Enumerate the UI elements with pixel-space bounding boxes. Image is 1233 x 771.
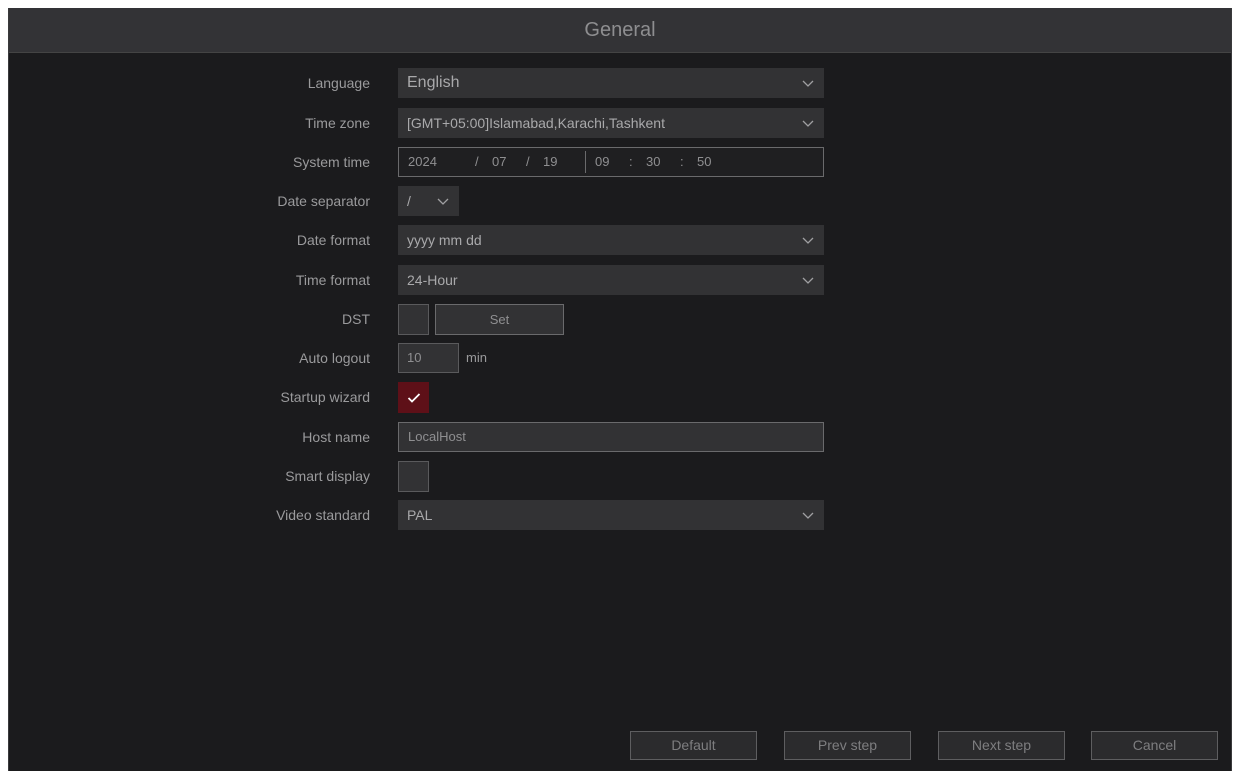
time-colon-2: : [680, 154, 684, 169]
date-format-label: Date format [296, 232, 370, 248]
time-zone-select[interactable]: [GMT+05:00]Islamabad,Karachi,Tashkent [398, 108, 824, 138]
chevron-down-icon [802, 509, 814, 521]
date-separator-select[interactable]: / [398, 186, 459, 216]
default-button[interactable]: Default [630, 731, 757, 760]
date-separator-1: / [475, 154, 479, 169]
next-step-button[interactable]: Next step [938, 731, 1065, 760]
row-auto-logout: Auto logout 10 min [9, 343, 1231, 373]
window-title: General [9, 8, 1231, 53]
date-format-value: yyyy mm dd [407, 232, 482, 248]
row-host-name: Host name LocalHost [9, 422, 1231, 452]
day-field[interactable]: 19 [543, 148, 557, 176]
month-field[interactable]: 07 [492, 148, 506, 176]
chevron-down-icon [802, 274, 814, 286]
time-format-label: Time format [295, 272, 370, 288]
row-language: Language English [9, 68, 1231, 98]
year-field[interactable]: 2024 [408, 148, 437, 176]
dst-checkbox[interactable] [398, 304, 429, 335]
system-time-label: System time [292, 154, 370, 170]
chevron-down-icon [802, 117, 814, 129]
second-field[interactable]: 50 [697, 148, 711, 176]
startup-wizard-label: Startup wizard [280, 389, 370, 405]
date-separator-value: / [407, 193, 411, 209]
startup-wizard-checkbox[interactable] [398, 382, 429, 413]
row-date-format: Date format yyyy mm dd [9, 225, 1231, 255]
chevron-down-icon [802, 77, 814, 89]
chevron-down-icon [437, 195, 449, 207]
smart-display-checkbox[interactable] [398, 461, 429, 492]
language-select[interactable]: English [398, 68, 824, 98]
host-name-input[interactable]: LocalHost [398, 422, 824, 452]
auto-logout-label: Auto logout [299, 350, 370, 366]
time-colon-1: : [629, 154, 633, 169]
language-label: Language [307, 75, 370, 91]
general-settings-window: General Language English Time zone [GMT+… [8, 8, 1232, 771]
row-system-time: System time 2024 / 07 / 19 09 : 30 : 50 [9, 147, 1231, 177]
host-name-label: Host name [302, 429, 370, 445]
video-standard-select[interactable]: PAL [398, 500, 824, 530]
date-format-select[interactable]: yyyy mm dd [398, 225, 824, 255]
time-zone-value: [GMT+05:00]Islamabad,Karachi,Tashkent [407, 115, 665, 131]
time-zone-label: Time zone [305, 115, 370, 131]
auto-logout-unit: min [466, 350, 487, 365]
date-time-divider [585, 151, 586, 173]
system-time-input[interactable]: 2024 / 07 / 19 09 : 30 : 50 [398, 147, 824, 177]
row-time-zone: Time zone [GMT+05:00]Islamabad,Karachi,T… [9, 108, 1231, 138]
time-format-select[interactable]: 24-Hour [398, 265, 824, 295]
row-video-standard: Video standard PAL [9, 500, 1231, 530]
auto-logout-input[interactable]: 10 [398, 343, 459, 373]
chevron-down-icon [802, 234, 814, 246]
row-startup-wizard: Startup wizard [9, 382, 1231, 413]
video-standard-label: Video standard [276, 507, 370, 523]
time-format-value: 24-Hour [407, 272, 458, 288]
language-value: English [407, 74, 460, 91]
dst-set-button[interactable]: Set [435, 304, 564, 335]
video-standard-value: PAL [407, 507, 433, 523]
hour-field[interactable]: 09 [595, 148, 609, 176]
dst-label: DST [342, 311, 370, 327]
smart-display-label: Smart display [285, 468, 370, 484]
checkmark-icon [407, 393, 421, 403]
row-dst: DST Set [9, 304, 1231, 335]
date-separator-label: Date separator [277, 193, 370, 209]
minute-field[interactable]: 30 [646, 148, 660, 176]
date-separator-2: / [526, 154, 530, 169]
cancel-button[interactable]: Cancel [1091, 731, 1218, 760]
prev-step-button[interactable]: Prev step [784, 731, 911, 760]
row-smart-display: Smart display [9, 461, 1231, 492]
row-time-format: Time format 24-Hour [9, 265, 1231, 295]
row-date-separator: Date separator / [9, 186, 1231, 216]
